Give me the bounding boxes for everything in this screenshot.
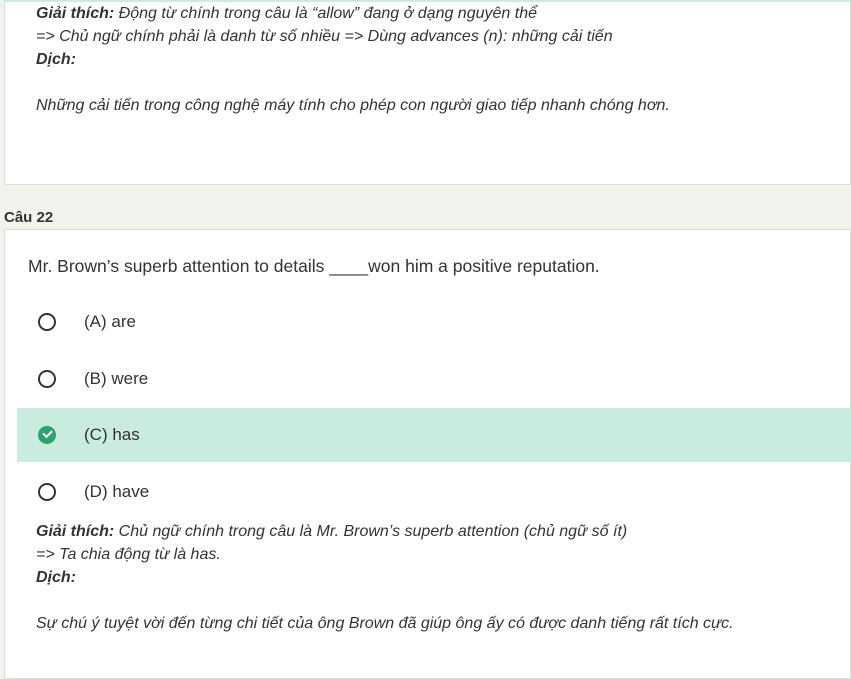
- question-card: Mr. Brown’s superb attention to details …: [4, 229, 851, 679]
- option-label: (A) are: [84, 312, 136, 331]
- explanation-line: Giải thích: Động từ chính trong câu là “…: [36, 2, 537, 25]
- option-label: (C) has: [84, 425, 140, 444]
- option-b[interactable]: (B) were: [17, 352, 851, 406]
- explanation-line: Giải thích: Chủ ngữ chính trong câu là M…: [36, 520, 627, 543]
- explanation-text: Động từ chính trong câu là “allow” đang …: [114, 5, 537, 22]
- radio-icon[interactable]: [38, 313, 56, 331]
- translation-text: Những cải tiến trong công nghệ máy tính …: [36, 97, 670, 114]
- radio-icon[interactable]: [38, 370, 56, 388]
- radio-icon[interactable]: [38, 483, 56, 501]
- question-text: Mr. Brown’s superb attention to details …: [28, 256, 600, 276]
- explanation-text: Chủ ngữ chính trong câu là Mr. Brown’s s…: [114, 523, 628, 540]
- check-circle-icon[interactable]: [38, 426, 56, 444]
- explanation-line-2: => Chủ ngữ chính phải là danh từ số nhiề…: [36, 28, 613, 45]
- option-c[interactable]: (C) has: [17, 408, 851, 462]
- explanation-label: Giải thích:: [36, 5, 115, 22]
- translation-text: Sự chú ý tuyệt vời đến từng chi tiết của…: [36, 615, 734, 632]
- question-number: Câu 22: [4, 209, 54, 226]
- translation-label: Dịch:: [36, 51, 76, 68]
- option-label: (B) were: [84, 369, 149, 388]
- option-d[interactable]: (D) have: [17, 465, 851, 519]
- explanation-label: Giải thích:: [36, 523, 115, 540]
- translation-label: Dịch:: [36, 569, 76, 586]
- option-label: (D) have: [84, 482, 150, 501]
- option-a[interactable]: (A) are: [17, 295, 851, 349]
- previous-question-card: Giải thích: Động từ chính trong câu là “…: [4, 0, 851, 185]
- explanation-line-2: => Ta chia động từ là has.: [36, 546, 221, 563]
